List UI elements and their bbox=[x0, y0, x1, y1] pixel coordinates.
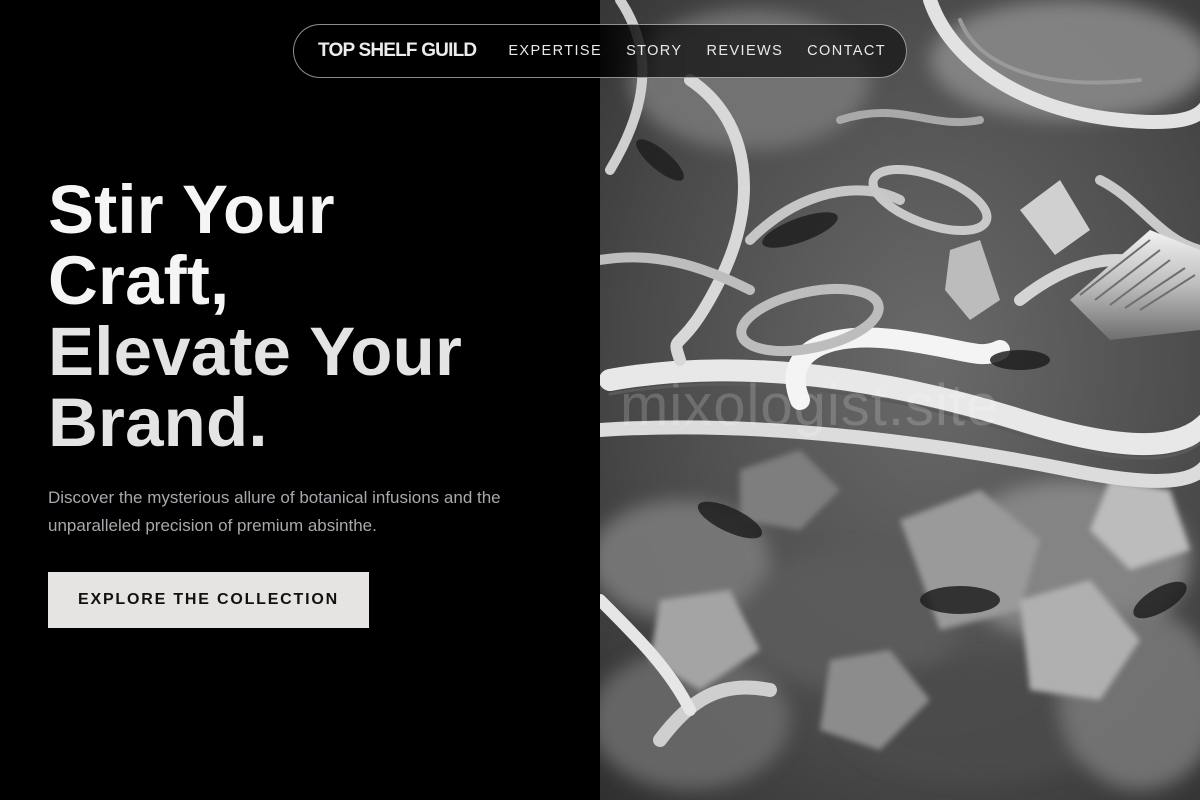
hero-headline: Stir Your Craft, Elevate Your Brand. bbox=[48, 174, 462, 458]
hero-subtext: Discover the mysterious allure of botani… bbox=[48, 488, 501, 535]
headline-line-3: Elevate Your bbox=[48, 313, 463, 390]
brand-logo[interactable]: TOP SHELF GUILD bbox=[318, 40, 477, 62]
headline-line-1: Stir Your bbox=[48, 171, 335, 248]
nav-link-reviews[interactable]: REVIEWS bbox=[707, 43, 784, 59]
nav-link-story[interactable]: STORY bbox=[626, 43, 682, 59]
explore-collection-button[interactable]: EXPLORE THE COLLECTION bbox=[48, 572, 369, 628]
landing-page: mixologist.site TOP SHELF GUILD EXPERTIS… bbox=[0, 0, 1200, 800]
headline-line-4: Brand. bbox=[48, 384, 268, 461]
hero-image bbox=[600, 0, 1200, 800]
nav-link-contact[interactable]: CONTACT bbox=[807, 43, 886, 59]
top-navigation: TOP SHELF GUILD EXPERTISE STORY REVIEWS … bbox=[293, 24, 907, 78]
nav-link-expertise[interactable]: EXPERTISE bbox=[508, 43, 602, 59]
headline-line-2: Craft, bbox=[48, 242, 230, 319]
